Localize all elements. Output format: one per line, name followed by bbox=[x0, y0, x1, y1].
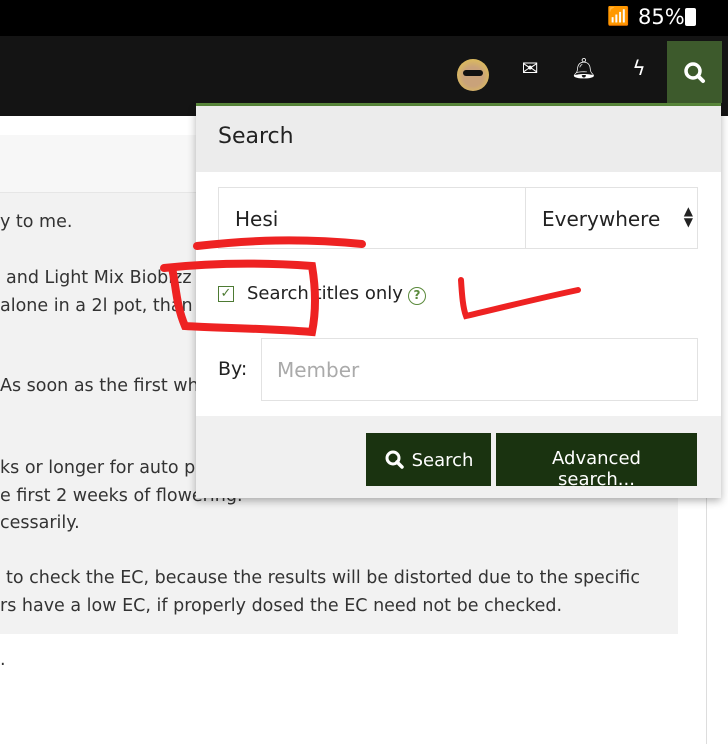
popup-footer: Search Advanced search... bbox=[196, 416, 721, 498]
post-text: to check the EC, because the results wil… bbox=[6, 568, 640, 588]
status-bar: 📶 85% bbox=[0, 0, 728, 36]
post-text: ks or longer for auto pl bbox=[0, 458, 201, 478]
search-field-group: Hesi Everywhere ▲ ▼ bbox=[218, 187, 698, 249]
post-text: . bbox=[0, 650, 6, 670]
bolt-icon[interactable]: ϟ bbox=[624, 56, 654, 80]
post-text: and Light Mix Biobizz bbox=[6, 268, 192, 288]
avatar[interactable] bbox=[457, 59, 489, 91]
bell-icon[interactable]: 🔔︎ bbox=[569, 56, 599, 80]
wifi-icon: 📶 bbox=[607, 6, 630, 27]
post-text: cessarily. bbox=[0, 513, 80, 533]
search-button-label: Search bbox=[411, 449, 474, 471]
post-text: As soon as the first wh bbox=[0, 376, 199, 396]
post-text: rs have a low EC, if properly dosed the … bbox=[0, 596, 563, 616]
scope-select[interactable]: Everywhere ▲ ▼ bbox=[525, 188, 699, 248]
titles-only-text: Search titles only bbox=[247, 283, 403, 304]
post-text: y to me. bbox=[0, 212, 73, 232]
search-icon bbox=[385, 450, 404, 469]
by-label: By: bbox=[218, 358, 248, 380]
search-nav-button[interactable] bbox=[667, 41, 722, 103]
advanced-search-button[interactable]: Advanced search... bbox=[496, 433, 697, 490]
post-text: alone in a 2l pot, than bbox=[0, 296, 193, 316]
titles-only-checkbox[interactable]: ✓ bbox=[218, 286, 234, 302]
select-arrows-icon: ▲ ▼ bbox=[683, 204, 693, 229]
popup-title: Search bbox=[196, 106, 721, 172]
envelope-icon[interactable]: ✉ bbox=[515, 56, 545, 80]
battery-percent: 85% bbox=[638, 5, 685, 29]
scope-value: Everywhere bbox=[542, 207, 661, 231]
member-input[interactable]: Member bbox=[261, 338, 698, 401]
search-input[interactable]: Hesi bbox=[235, 207, 278, 231]
search-icon bbox=[684, 62, 705, 83]
titles-only-label[interactable]: Search titles only? bbox=[247, 283, 426, 305]
help-icon[interactable]: ? bbox=[407, 287, 426, 305]
battery-icon bbox=[685, 8, 696, 26]
search-button[interactable]: Search bbox=[366, 433, 491, 486]
search-popup: Search Hesi Everywhere ▲ ▼ ✓ Search title… bbox=[196, 106, 721, 498]
